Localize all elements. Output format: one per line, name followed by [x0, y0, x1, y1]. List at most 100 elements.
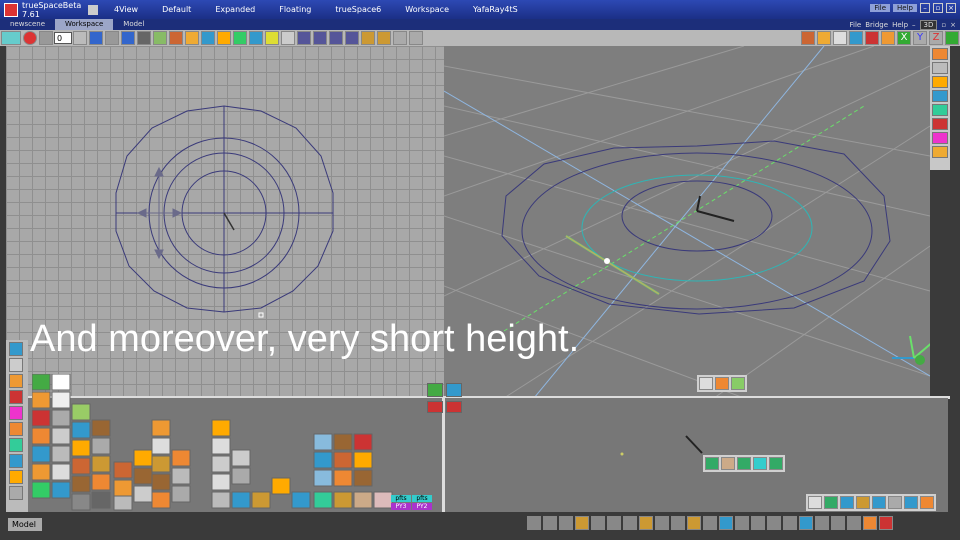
material-icon[interactable] [185, 31, 199, 45]
status-tool-13-icon[interactable] [719, 516, 733, 530]
sphere-icon[interactable] [233, 31, 247, 45]
status-tool-15-icon[interactable] [751, 516, 765, 530]
keyframe-icon[interactable] [137, 31, 151, 45]
axis-z-icon[interactable]: Z [929, 31, 943, 45]
tab-newscene[interactable]: newscene [0, 19, 55, 30]
status-tool-16-icon[interactable] [767, 516, 781, 530]
edge-icon[interactable] [872, 496, 886, 509]
view-icon[interactable] [1, 31, 21, 45]
arrow-select-icon[interactable] [699, 377, 713, 390]
box-icon[interactable] [817, 31, 831, 45]
status-tool-23-icon[interactable] [879, 516, 893, 530]
status-tool-19-icon[interactable] [815, 516, 829, 530]
material-sphere-icon[interactable] [932, 48, 948, 60]
status-tool-9-icon[interactable] [655, 516, 669, 530]
texture-icon[interactable] [932, 146, 948, 158]
frame-input[interactable]: 0 [54, 32, 72, 44]
status-tool-18-icon[interactable] [799, 516, 813, 530]
view-sync-icon[interactable] [446, 383, 462, 397]
object-cube-icon[interactable] [824, 496, 838, 509]
viewport-divider-vertical[interactable] [442, 398, 445, 512]
arrow-up-icon[interactable] [393, 31, 407, 45]
layout-tab-expanded[interactable]: Expanded [205, 4, 265, 15]
move-icon[interactable] [297, 31, 311, 45]
status-tool-1-icon[interactable] [527, 516, 541, 530]
ruler-icon[interactable] [721, 457, 735, 470]
center-icon[interactable] [945, 31, 959, 45]
doc-close-icon[interactable]: × [950, 21, 956, 29]
vertex-icon[interactable] [888, 496, 902, 509]
status-tool-4-icon[interactable] [575, 516, 589, 530]
deform-tool-icon[interactable] [856, 496, 870, 509]
app-icon[interactable] [4, 2, 18, 17]
layout-tab-4view[interactable]: 4View [104, 4, 148, 15]
status-tool-14-icon[interactable] [735, 516, 749, 530]
status-tool-6-icon[interactable] [607, 516, 621, 530]
help-menu[interactable]: Help [893, 4, 917, 12]
status-tool-12-icon[interactable] [703, 516, 717, 530]
status-tool-20-icon[interactable] [831, 516, 845, 530]
boolean-icon[interactable] [9, 454, 23, 468]
pointer-icon[interactable] [849, 31, 863, 45]
green-cube-icon[interactable] [705, 457, 719, 470]
wrench-icon[interactable] [9, 486, 23, 500]
status-tool-8-icon[interactable] [639, 516, 653, 530]
smooth-icon[interactable] [769, 457, 783, 470]
layout-tab-yafaray[interactable]: YafaRay4tS [463, 4, 528, 15]
sphere-tool-icon[interactable] [9, 406, 23, 420]
view-toggle-icon[interactable] [427, 383, 443, 397]
bevel-icon[interactable] [737, 457, 751, 470]
no-render-icon[interactable] [932, 118, 948, 130]
axis-y-icon[interactable]: Y [913, 31, 927, 45]
color-icon[interactable] [932, 132, 948, 144]
paint-icon[interactable] [169, 31, 183, 45]
record-icon[interactable] [23, 31, 37, 45]
link-icon[interactable] [881, 31, 895, 45]
surface-icon[interactable] [753, 457, 767, 470]
select-icon[interactable] [9, 342, 23, 356]
torus-icon[interactable] [9, 422, 23, 436]
doc-bridge-menu[interactable]: Bridge [865, 21, 888, 29]
restore-icon[interactable]: ▫ [933, 3, 943, 13]
layer-py2[interactable]: PY2 [412, 503, 432, 510]
step-back-icon[interactable] [73, 31, 87, 45]
lasso-icon[interactable] [9, 358, 23, 372]
layer-py3[interactable]: PY3 [391, 503, 411, 510]
status-tool-3-icon[interactable] [559, 516, 573, 530]
axis-x-icon[interactable]: X [897, 31, 911, 45]
cone-icon[interactable] [9, 390, 23, 404]
doc-minimize-icon[interactable]: – [912, 21, 916, 29]
close-icon[interactable]: × [946, 3, 956, 13]
paint-drop-icon[interactable] [715, 377, 729, 390]
render-icon[interactable] [217, 31, 231, 45]
layout-tab-workspace[interactable]: Workspace [395, 4, 459, 15]
sweep-icon[interactable] [377, 31, 391, 45]
deform-icon[interactable] [361, 31, 375, 45]
status-tool-7-icon[interactable] [623, 516, 637, 530]
node-icon[interactable] [731, 377, 745, 390]
end-icon[interactable] [121, 31, 135, 45]
pencil-icon[interactable] [281, 31, 295, 45]
system-menu-icon[interactable] [88, 4, 98, 15]
status-tool-22-icon[interactable] [863, 516, 877, 530]
cube-view-icon[interactable] [801, 31, 815, 45]
layer-up-icon[interactable] [446, 401, 462, 413]
tab-model[interactable]: Model [113, 19, 154, 30]
arrow-down-icon[interactable] [409, 31, 423, 45]
pointer-tool-icon[interactable] [808, 496, 822, 509]
scale-icon[interactable] [329, 31, 343, 45]
mode-3d-button[interactable]: 3D [919, 19, 938, 30]
step-forward-icon[interactable] [105, 31, 119, 45]
light-icon[interactable] [201, 31, 215, 45]
transform-icon[interactable] [345, 31, 359, 45]
camera-icon[interactable] [249, 31, 263, 45]
object-tool-icon[interactable] [153, 31, 167, 45]
layer-pfts-2[interactable]: pfts [412, 495, 432, 502]
rotate-icon[interactable] [313, 31, 327, 45]
spray-icon[interactable] [920, 496, 934, 509]
primitives-icon[interactable] [9, 374, 23, 388]
layout-tab-truespace6[interactable]: trueSpace6 [325, 4, 391, 15]
text-tool-icon[interactable] [9, 470, 23, 484]
status-tool-5-icon[interactable] [591, 516, 605, 530]
tab-workspace[interactable]: Workspace [55, 19, 114, 30]
